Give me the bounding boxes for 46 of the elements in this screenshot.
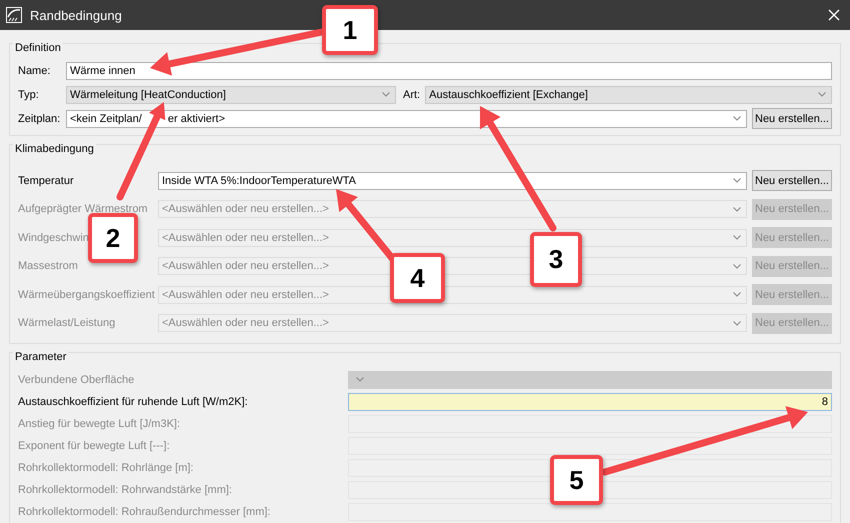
chevron-down-icon bbox=[733, 178, 741, 183]
field-label: Massestrom bbox=[18, 260, 78, 272]
schedule-dropdown[interactable]: <kein Zeitplan/ er aktiviert> bbox=[66, 110, 747, 128]
field-label: Aufgeprägter Wärmestrom bbox=[18, 203, 148, 216]
climate-dropdown[interactable]: Inside WTA 5%:IndoorTemperatureWTA bbox=[158, 172, 747, 190]
callout-number: 2 bbox=[88, 213, 138, 263]
callout-number: 5 bbox=[550, 455, 603, 505]
chevron-down-icon bbox=[733, 264, 741, 269]
chevron-down-icon bbox=[356, 377, 364, 382]
callout-number: 1 bbox=[322, 5, 378, 55]
app-logo-icon bbox=[6, 7, 22, 23]
field-label: Windgeschwin bbox=[18, 232, 89, 244]
kind-dropdown[interactable]: Austauschkoeffizient [Exchange] bbox=[425, 86, 832, 104]
chevron-down-icon bbox=[818, 92, 826, 97]
group-title: Definition bbox=[13, 42, 63, 54]
field-label: Zeitplan: bbox=[18, 112, 61, 124]
window-title: Randbedingung bbox=[30, 8, 123, 22]
field-label: Exponent für bewegte Luft [---]: bbox=[18, 440, 170, 452]
field-label: Austauschkoeffizient für ruhende Luft [W/m2K]: bbox=[18, 396, 248, 408]
field-label: Art: bbox=[403, 88, 420, 100]
callout-number: 4 bbox=[390, 253, 445, 303]
new-button[interactable]: Neu erstellen... bbox=[752, 108, 832, 129]
new-button[interactable]: Neu erstellen... bbox=[752, 170, 832, 191]
field-label: Wärmeübergangskoeffizient bbox=[18, 288, 155, 301]
field-label: Rohrkollektormodell: Rohrwandstärke [mm]: bbox=[18, 484, 232, 496]
group-title: Parameter bbox=[13, 350, 68, 363]
parameter-field[interactable]: 8 bbox=[348, 392, 832, 411]
field-label: Rohrkollektormodell: Rohraußendurchmesser [mm]: bbox=[18, 506, 270, 518]
chevron-down-icon bbox=[382, 92, 390, 97]
field-label: Name: bbox=[18, 64, 52, 76]
chevron-down-icon bbox=[733, 235, 741, 240]
close-icon[interactable] bbox=[828, 9, 840, 21]
callout-number: 3 bbox=[530, 232, 582, 287]
field-label: Wärmelast/Leistung bbox=[18, 317, 116, 330]
field-label: Rohrkollektormodell: Rohrlänge [m]: bbox=[18, 462, 194, 474]
chevron-down-icon bbox=[733, 292, 741, 298]
name-field[interactable]: Wärme innen bbox=[66, 62, 832, 80]
group-title: Klimabedingung bbox=[13, 143, 96, 155]
field-label: Temperatur bbox=[18, 174, 74, 186]
field-label: Anstieg für bewegte Luft [J/m3K]: bbox=[18, 418, 180, 430]
chevron-down-icon bbox=[733, 206, 741, 212]
chevron-down-icon bbox=[733, 320, 741, 326]
type-dropdown[interactable]: Wärmeleitung [HeatConduction] bbox=[66, 86, 396, 104]
field-label: Verbundene Oberfläche bbox=[18, 374, 134, 386]
field-label: Typ: bbox=[18, 88, 40, 100]
chevron-down-icon bbox=[733, 116, 741, 121]
